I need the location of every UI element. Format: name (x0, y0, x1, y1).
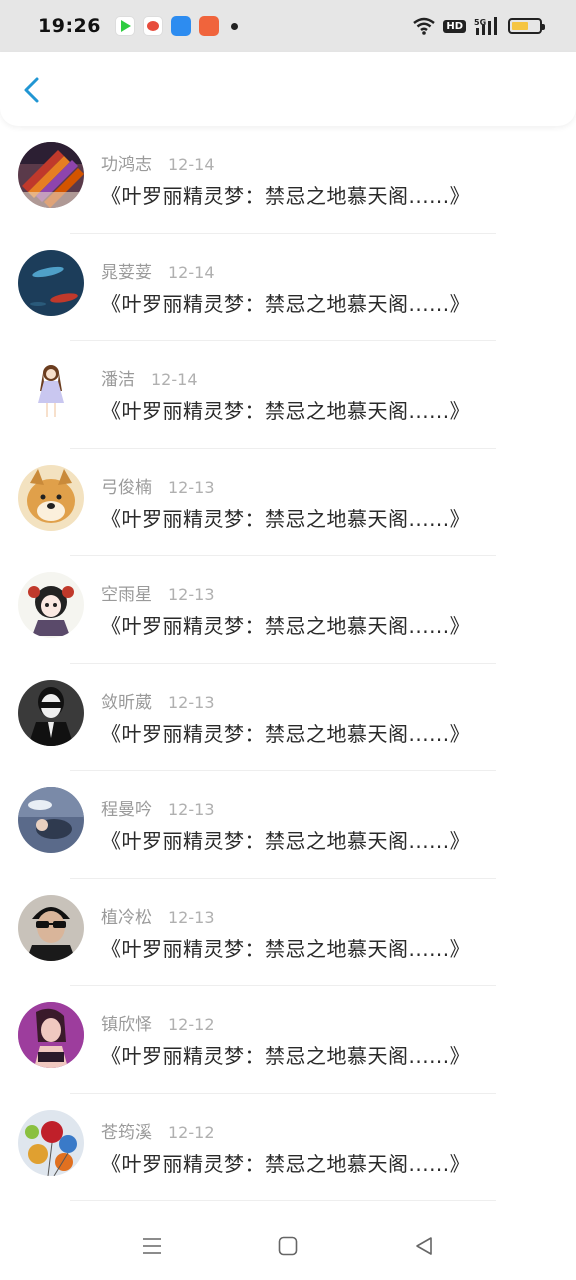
weibo-icon (142, 16, 163, 36)
home-square-icon[interactable] (276, 1234, 300, 1258)
status-indicators: HD 5G (413, 17, 545, 35)
list-item[interactable]: 镇欣怿 12-12 《叶罗丽精灵梦：禁忌之地慕天阁......》 (0, 986, 576, 1094)
comment-text: 《叶罗丽精灵梦：禁忌之地慕天阁......》 (101, 184, 471, 208)
video-app-icon (114, 16, 135, 36)
author-name: 植冷松 (101, 907, 152, 928)
avatar (18, 357, 84, 423)
list-item[interactable]: 弓俊楠 12-13 《叶罗丽精灵梦：禁忌之地慕天阁......》 (0, 449, 576, 556)
author-name: 弓俊楠 (101, 477, 152, 498)
comment-text: 《叶罗丽精灵梦：禁忌之地慕天阁......》 (101, 614, 471, 638)
author-name: 敛昕葳 (101, 692, 152, 713)
comment-date: 12-13 (168, 800, 215, 819)
list-item[interactable]: 空雨星 12-13 《叶罗丽精灵梦：禁忌之地慕天阁......》 (0, 556, 576, 664)
avatar (18, 894, 84, 961)
signal-5g-icon: 5G (474, 17, 497, 35)
comment-text: 《叶罗丽精灵梦：禁忌之地慕天阁......》 (101, 1151, 471, 1176)
avatar (18, 1002, 84, 1068)
comment-meta: 弓俊楠 12-13 (101, 473, 215, 498)
menu-icon[interactable] (140, 1234, 164, 1258)
list-item[interactable]: 潘洁 12-14 《叶罗丽精灵梦：禁忌之地慕天阁......》 (0, 341, 576, 449)
status-bar: 19:26 HD 5G (0, 0, 576, 52)
comment-date: 12-14 (168, 155, 215, 174)
comment-list: 功鸿志 12-14 《叶罗丽精灵梦：禁忌之地慕天阁......》 晁荽荽 12-14… (0, 126, 576, 1201)
comment-text: 《叶罗丽精灵梦：禁忌之地慕天阁......》 (101, 936, 471, 961)
avatar (18, 142, 84, 208)
avatar (18, 572, 84, 638)
author-name: 镇欣怿 (101, 1015, 152, 1035)
battery-level (512, 22, 528, 30)
avatar (18, 787, 84, 853)
avatar (18, 249, 84, 316)
comment-date: 12-13 (168, 692, 215, 712)
author-name: 晁荽荽 (101, 262, 152, 283)
comment-meta: 空雨星 12-13 (101, 580, 215, 605)
list-item[interactable]: 苍筠溪 12-12 《叶罗丽精灵梦：禁忌之地慕天阁......》 (0, 1094, 576, 1201)
blue-app-icon (170, 16, 191, 36)
comment-meta: 镇欣怿 12-12 (101, 1010, 215, 1035)
list-item[interactable]: 程曼吟 12-13 《叶罗丽精灵梦：禁忌之地慕天阁......》 (0, 771, 576, 879)
comment-date: 12-12 (168, 1122, 215, 1142)
system-nav-bar (0, 1212, 576, 1280)
hd-badge: HD (443, 19, 466, 33)
wifi-icon (413, 17, 436, 35)
comment-meta: 晁荽荽 12-14 (101, 258, 215, 283)
list-item[interactable]: 敛昕葳 12-13 《叶罗丽精灵梦：禁忌之地慕天阁......》 (0, 664, 576, 771)
avatar (18, 1109, 84, 1176)
avatar (18, 679, 84, 746)
comment-meta: 潘洁 12-14 (101, 365, 198, 390)
comment-meta: 植冷松 12-13 (101, 903, 215, 928)
back-triangle-icon[interactable] (412, 1234, 436, 1258)
comment-meta: 功鸿志 12-14 (101, 150, 215, 175)
comment-text: 《叶罗丽精灵梦：禁忌之地慕天阁......》 (101, 721, 471, 746)
orange-app-icon (198, 16, 219, 36)
divider (70, 1200, 496, 1201)
author-name: 苍筠溪 (101, 1122, 152, 1143)
comment-date: 12-13 (168, 477, 215, 497)
avatar (18, 464, 84, 531)
comment-text: 《叶罗丽精灵梦：禁忌之地慕天阁......》 (101, 399, 471, 423)
comment-meta: 敛昕葳 12-13 (101, 688, 215, 713)
list-item[interactable]: 功鸿志 12-14 《叶罗丽精灵梦：禁忌之地慕天阁......》 (0, 126, 576, 234)
more-notifications-dot (230, 22, 238, 30)
battery-icon (508, 18, 545, 34)
author-name: 空雨星 (101, 585, 152, 605)
list-item[interactable]: 植冷松 12-13 《叶罗丽精灵梦：禁忌之地慕天阁......》 (0, 879, 576, 986)
comment-date: 12-13 (168, 585, 215, 604)
comment-date: 12-14 (151, 370, 198, 389)
comment-date: 12-12 (168, 1015, 215, 1034)
status-time: 19:26 (38, 15, 101, 37)
comment-meta: 程曼吟 12-13 (101, 795, 215, 820)
comment-date: 12-14 (168, 262, 215, 282)
author-name: 潘洁 (101, 370, 135, 390)
header (0, 52, 576, 126)
author-name: 功鸿志 (101, 155, 152, 175)
comment-date: 12-13 (168, 907, 215, 927)
comment-text: 《叶罗丽精灵梦：禁忌之地慕天阁......》 (101, 829, 471, 853)
list-item[interactable]: 晁荽荽 12-14 《叶罗丽精灵梦：禁忌之地慕天阁......》 (0, 234, 576, 341)
comment-text: 《叶罗丽精灵梦：禁忌之地慕天阁......》 (101, 1044, 471, 1068)
comment-text: 《叶罗丽精灵梦：禁忌之地慕天阁......》 (101, 506, 471, 531)
comment-meta: 苍筠溪 12-12 (101, 1118, 215, 1143)
author-name: 程曼吟 (101, 800, 152, 820)
comment-text: 《叶罗丽精灵梦：禁忌之地慕天阁......》 (101, 291, 471, 316)
chevron-left-icon[interactable] (18, 74, 48, 106)
